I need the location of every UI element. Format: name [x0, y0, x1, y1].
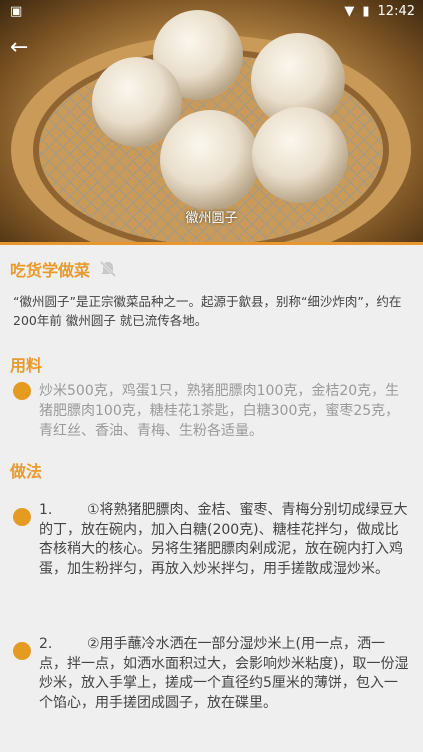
- notification-image-icon: ▣: [10, 4, 23, 19]
- step-number: 1.: [39, 502, 53, 518]
- status-bar: ▣ ▼ ▮ 12:42: [0, 0, 423, 24]
- rice-ball: [160, 110, 260, 210]
- back-button[interactable]: ←: [10, 34, 40, 62]
- recipe-intro: “徽州圆子”是正宗徽菜品种之一。起源于歙县，别称“细沙炸肉”，约在200年前 徽…: [13, 294, 402, 328]
- arrow-left-icon: ←: [10, 35, 29, 60]
- steps-title: 做法: [10, 462, 43, 481]
- bullet-dot-icon: [13, 642, 31, 660]
- step-item: 2. ②用手蘸冷水洒在一部分湿炒米上(用一点，洒一点，拌一点，如洒水面积过大，会影…: [10, 635, 411, 713]
- wifi-icon: ▼: [344, 4, 355, 19]
- step-number: 2.: [39, 636, 53, 652]
- ingredients-title: 用料: [10, 356, 43, 375]
- bell-off-icon[interactable]: [98, 259, 118, 279]
- hero-image: ▣ ▼ ▮ 12:42 ← 徽州圆子: [0, 0, 423, 244]
- rice-ball: [252, 107, 348, 203]
- ingredients-item: 炒米500克，鸡蛋1只，熟猪肥膘肉100克，金桔20克，生猪肥膘肉100克，糖桂…: [10, 381, 411, 441]
- bullet-dot-icon: [13, 382, 31, 400]
- recipe-header: 吃货学做菜: [10, 257, 118, 281]
- step-item: 1. ①将熟猪肥膘肉、金桔、蜜枣、青梅分别切成绿豆大的丁，放在碗内，加入白糖(20…: [10, 501, 411, 579]
- ingredients-text: 炒米500克，鸡蛋1只，熟猪肥膘肉100克，金桔20克，生猪肥膘肉100克，糖桂…: [39, 383, 400, 439]
- hero-caption: 徽州圆子: [185, 211, 238, 226]
- step-text: ①将熟猪肥膘肉、金桔、蜜枣、青梅分别切成绿豆大的丁，放在碗内，加入白糖(200克…: [39, 502, 408, 577]
- page-title: 吃货学做菜: [10, 261, 91, 280]
- step-text: ②用手蘸冷水洒在一部分湿炒米上(用一点，洒一点，拌一点，如洒水面积过大，会影响炒…: [39, 636, 409, 711]
- bullet-dot-icon: [13, 508, 31, 526]
- battery-icon: ▮: [362, 4, 370, 19]
- status-time: 12:42: [377, 4, 415, 19]
- recipe-content: 吃货学做菜 “徽州圆子”是正宗徽菜品种之一。起源于歙县，别称“细沙炸肉”，约在2…: [0, 245, 423, 752]
